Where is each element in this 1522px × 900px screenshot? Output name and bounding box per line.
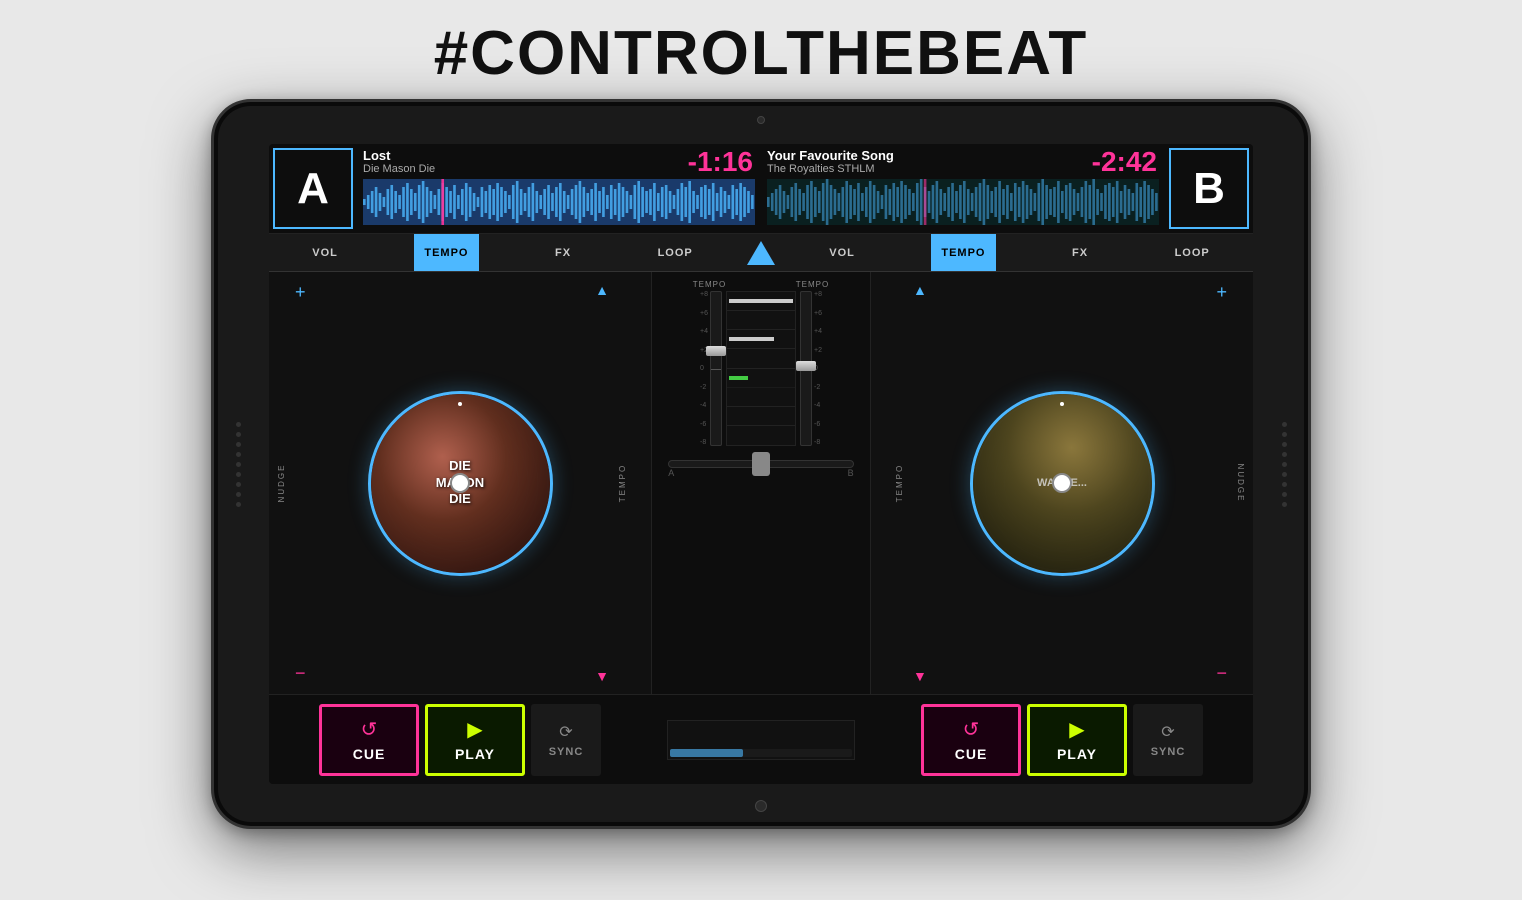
tab-bar: VOL TEMPO FX LOOP VOL TEMPO FX LOOP bbox=[269, 234, 1253, 272]
crossfader-section: A B bbox=[658, 460, 864, 478]
tablet-body: A Lost Die Mason Die bbox=[211, 99, 1311, 829]
cue-a-text: CUE bbox=[353, 746, 386, 762]
transport-b: ↺ CUE ▶ PLAY ⟳ SYNC bbox=[871, 695, 1253, 784]
main-controls: + − ▲ ▼ NUDGE TEMPO bbox=[269, 272, 1253, 694]
cue-b-button[interactable]: ↺ CUE bbox=[921, 704, 1021, 776]
deck-b-arrow-up[interactable]: ▲ bbox=[913, 282, 927, 298]
deck-b-label: B bbox=[1169, 148, 1249, 229]
tab-section-a: VOL TEMPO FX LOOP bbox=[269, 234, 736, 271]
deck-b-plus[interactable]: + bbox=[1216, 282, 1227, 303]
deck-a-minus[interactable]: − bbox=[295, 663, 306, 684]
waveform-a bbox=[363, 179, 755, 225]
deck-a-nudge-label: NUDGE bbox=[277, 464, 286, 503]
sync-b-text: SYNC bbox=[1151, 746, 1186, 758]
turntable-a-dot bbox=[458, 402, 462, 406]
deck-a-arrow-up[interactable]: ▲ bbox=[595, 282, 609, 298]
sync-a-icon: ⟳ bbox=[559, 722, 572, 742]
speaker-left bbox=[224, 364, 252, 564]
tab-a-fx[interactable]: FX bbox=[545, 234, 581, 271]
deck-a-controls: + − ▲ ▼ NUDGE TEMPO bbox=[269, 272, 651, 694]
ab-label-b: B bbox=[848, 468, 854, 478]
top-waveform-section: A Lost Die Mason Die bbox=[269, 144, 1253, 234]
fader-b: +8 +6 +4 +2 0 -2 -4 -6 -8 bbox=[800, 291, 822, 446]
transport-eq-display bbox=[667, 720, 854, 760]
cue-a-icon: ↺ bbox=[361, 717, 378, 742]
tab-b-tempo[interactable]: TEMPO bbox=[931, 234, 995, 271]
tab-a-vol[interactable]: VOL bbox=[302, 234, 348, 271]
mixer-tempo-label-left: TEMPO bbox=[693, 280, 726, 289]
timer-a: -1:16 bbox=[688, 146, 753, 178]
grid-display bbox=[726, 291, 796, 446]
mixer-center: TEMPO TEMPO +8 +6 +4 +2 bbox=[651, 272, 871, 694]
turntable-b-image: WALTIE... bbox=[973, 394, 1152, 573]
turntable-a[interactable]: DIEMASONDIE bbox=[368, 391, 553, 576]
turntable-b[interactable]: WALTIE... bbox=[970, 391, 1155, 576]
transport-center bbox=[651, 695, 871, 784]
play-b-text: PLAY bbox=[1057, 746, 1097, 762]
page-headline: #CONTROLTHEBEAT bbox=[434, 18, 1089, 89]
tab-b-vol[interactable]: VOL bbox=[819, 234, 865, 271]
turntable-a-image: DIEMASONDIE bbox=[371, 394, 550, 573]
speaker-right bbox=[1270, 364, 1298, 564]
tablet-device: A Lost Die Mason Die bbox=[211, 99, 1311, 829]
bottom-transport: ↺ CUE ▶ PLAY ⟳ SYNC bbox=[269, 694, 1253, 784]
transport-a: ↺ CUE ▶ PLAY ⟳ SYNC bbox=[269, 695, 651, 784]
scale-a: +8 +6 +4 +2 0 -2 -4 -6 -8 bbox=[700, 291, 708, 446]
turntable-b-center bbox=[1052, 473, 1072, 493]
track-a-info: Lost Die Mason Die bbox=[357, 144, 761, 233]
center-triangle-icon bbox=[736, 241, 786, 265]
cue-b-text: CUE bbox=[955, 746, 988, 762]
play-a-text: PLAY bbox=[455, 746, 495, 762]
sync-a-button[interactable]: ⟳ SYNC bbox=[531, 704, 601, 776]
cue-a-button[interactable]: ↺ CUE bbox=[319, 704, 419, 776]
ab-label-a: A bbox=[668, 468, 674, 478]
fader-b-knob[interactable] bbox=[796, 361, 816, 371]
turntable-b-dot bbox=[1060, 402, 1064, 406]
deck-b-nudge-label: NUDGE bbox=[1236, 464, 1245, 503]
fader-area: +8 +6 +4 +2 0 -2 -4 -6 -8 bbox=[658, 291, 864, 456]
fader-b-track[interactable] bbox=[800, 291, 812, 446]
home-button[interactable] bbox=[755, 800, 767, 812]
fader-a-track[interactable] bbox=[710, 291, 722, 446]
waveform-b bbox=[767, 179, 1159, 225]
deck-a-plus[interactable]: + bbox=[295, 282, 306, 303]
camera bbox=[757, 116, 765, 124]
fader-a: +8 +6 +4 +2 0 -2 -4 -6 -8 bbox=[700, 291, 722, 446]
cue-b-icon: ↺ bbox=[963, 717, 980, 742]
turntable-a-inner: DIEMASONDIE bbox=[371, 394, 550, 573]
play-b-icon: ▶ bbox=[1069, 717, 1084, 742]
tab-section-b: VOL TEMPO FX LOOP bbox=[786, 234, 1253, 271]
tab-a-tempo[interactable]: TEMPO bbox=[414, 234, 478, 271]
play-b-button[interactable]: ▶ PLAY bbox=[1027, 704, 1127, 776]
crossfader-handle[interactable] bbox=[752, 452, 770, 476]
turntable-b-inner: WALTIE... bbox=[973, 394, 1152, 573]
mixer-tempo-label-right: TEMPO bbox=[796, 280, 829, 289]
sync-b-button[interactable]: ⟳ SYNC bbox=[1133, 704, 1203, 776]
crossfader-track[interactable] bbox=[668, 460, 853, 468]
deck-b-arrow-down[interactable]: ▼ bbox=[913, 668, 927, 684]
tab-a-loop[interactable]: LOOP bbox=[648, 234, 703, 271]
deck-b-tempo-label: TEMPO bbox=[895, 464, 904, 502]
tab-b-loop[interactable]: LOOP bbox=[1165, 234, 1220, 271]
deck-b-controls: ▲ ▼ + − NUDGE TEMPO bbox=[871, 272, 1253, 694]
deck-b-minus[interactable]: − bbox=[1216, 663, 1227, 684]
deck-a-arrow-down[interactable]: ▼ bbox=[595, 668, 609, 684]
play-a-button[interactable]: ▶ PLAY bbox=[425, 704, 525, 776]
sync-a-text: SYNC bbox=[549, 746, 584, 758]
deck-a-label: A bbox=[273, 148, 353, 229]
play-a-icon: ▶ bbox=[467, 717, 482, 742]
track-b-info: Your Favourite Song The Royalties STHLM bbox=[761, 144, 1165, 233]
sync-b-icon: ⟳ bbox=[1161, 722, 1174, 742]
fader-a-knob[interactable] bbox=[706, 346, 726, 356]
turntable-a-center bbox=[450, 473, 470, 493]
timer-b: -2:42 bbox=[1092, 146, 1157, 178]
screen: A Lost Die Mason Die bbox=[269, 144, 1253, 784]
tab-b-fx[interactable]: FX bbox=[1062, 234, 1098, 271]
deck-a-tempo-label: TEMPO bbox=[618, 464, 627, 502]
